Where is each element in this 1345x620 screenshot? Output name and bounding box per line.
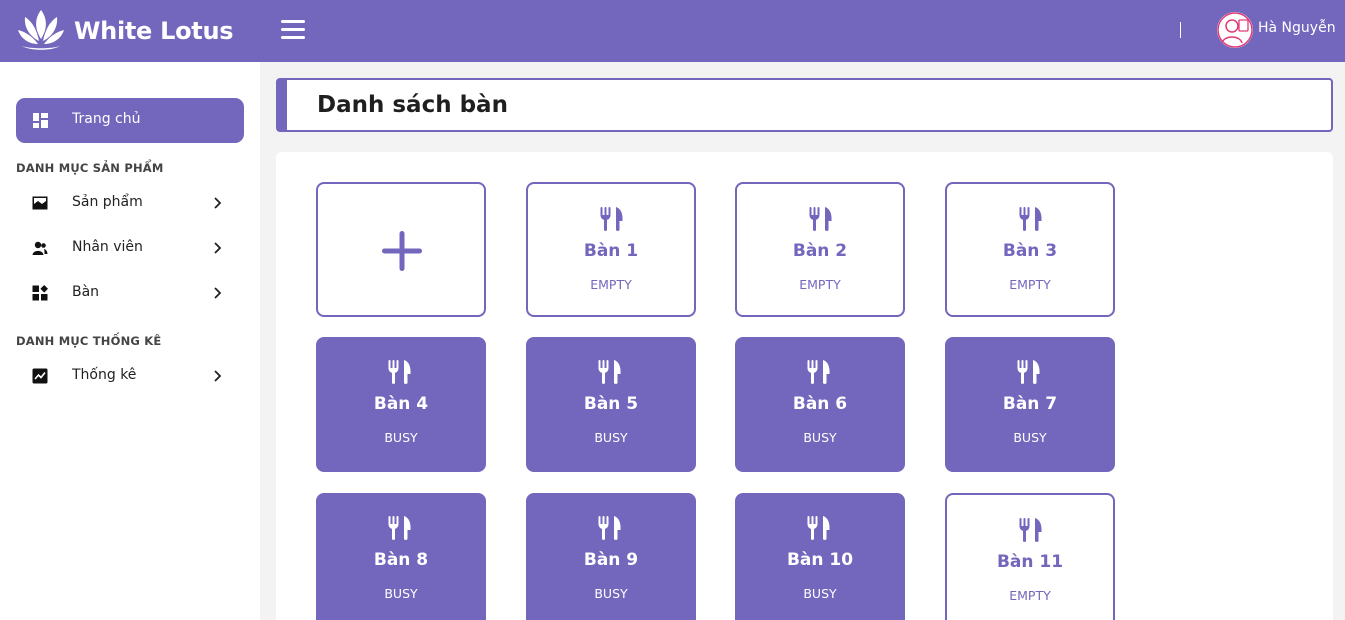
page-title: Danh sách bàn	[317, 92, 508, 118]
table-card[interactable]: Bàn 4 BUSY	[316, 337, 486, 472]
table-name: Bàn 9	[583, 550, 639, 570]
user-name[interactable]: Hà Nguyễn	[1258, 20, 1336, 36]
table-name: Bàn 2	[792, 241, 848, 261]
table-status: EMPTY	[1009, 588, 1051, 603]
table-card[interactable]: Bàn 1 EMPTY	[526, 182, 696, 317]
sidebar-item-label: Nhân viên	[72, 239, 143, 255]
section-title-stats: DANH MỤC THỐNG KÊ	[16, 334, 162, 348]
utensils-icon	[806, 359, 832, 385]
utensils-icon	[597, 515, 623, 541]
table-name: Bàn 1	[583, 241, 639, 261]
table-name: Bàn 6	[792, 394, 848, 414]
table-status: BUSY	[594, 586, 628, 601]
sidebar-item-products[interactable]: Sản phẩm	[16, 183, 244, 223]
section-title-products: DANH MỤC SẢN PHẨM	[16, 161, 164, 175]
table-name: Bàn 10	[786, 550, 854, 570]
page-header: Danh sách bàn	[276, 78, 1333, 132]
hamburger-icon	[281, 20, 305, 23]
sidebar-item-label: Sản phẩm	[72, 194, 143, 210]
lotus-logo-icon	[18, 10, 64, 50]
table-card[interactable]: Bàn 6 BUSY	[735, 337, 905, 472]
table-status: BUSY	[384, 430, 418, 445]
chevron-right-icon	[214, 370, 222, 382]
table-name: Bàn 11	[996, 552, 1064, 572]
utensils-icon	[599, 206, 625, 232]
table-status: EMPTY	[590, 277, 632, 292]
avatar[interactable]	[1217, 12, 1253, 48]
utensils-icon	[387, 359, 413, 385]
users-icon	[32, 241, 48, 255]
utensils-icon	[597, 359, 623, 385]
plus-icon	[382, 231, 422, 271]
utensils-icon	[808, 206, 834, 232]
chart-icon	[32, 368, 48, 384]
add-table-button[interactable]	[316, 182, 486, 317]
sidebar-item-tables[interactable]: Bàn	[16, 273, 244, 313]
table-status: BUSY	[1013, 430, 1047, 445]
table-status: EMPTY	[1009, 277, 1051, 292]
table-card[interactable]: Bàn 8 BUSY	[316, 493, 486, 620]
sidebar-item-staff[interactable]: Nhân viên	[16, 228, 244, 268]
dashboard-icon	[33, 113, 48, 128]
table-status: EMPTY	[799, 277, 841, 292]
utensils-icon	[1016, 359, 1042, 385]
utensils-icon	[1018, 517, 1044, 543]
table-status: BUSY	[594, 430, 628, 445]
app-name: White Lotus	[74, 17, 234, 45]
table-name: Bàn 4	[373, 394, 429, 414]
table-card[interactable]: Bàn 11 EMPTY	[945, 493, 1115, 620]
table-card[interactable]: Bàn 9 BUSY	[526, 493, 696, 620]
utensils-icon	[806, 515, 832, 541]
image-icon	[32, 196, 48, 210]
sidebar-item-stats[interactable]: Thống kê	[16, 356, 244, 396]
sidebar-item-label: Bàn	[72, 284, 100, 300]
menu-toggle-button[interactable]	[281, 20, 305, 40]
sidebar-item-label: Trang chủ	[72, 111, 141, 127]
table-card[interactable]: Bàn 2 EMPTY	[735, 182, 905, 317]
table-name: Bàn 8	[373, 550, 429, 570]
table-card[interactable]: Bàn 10 BUSY	[735, 493, 905, 620]
table-name: Bàn 7	[1002, 394, 1058, 414]
user-avatar-icon	[1217, 12, 1253, 48]
chevron-right-icon	[214, 242, 222, 254]
table-status: BUSY	[384, 586, 418, 601]
chevron-right-icon	[214, 197, 222, 209]
sidebar-item-label: Thống kê	[72, 367, 137, 383]
chevron-right-icon	[214, 287, 222, 299]
table-name: Bàn 5	[583, 394, 639, 414]
sidebar: Trang chủ DANH MỤC SẢN PHẨM Sản phẩm Nhâ…	[0, 62, 260, 620]
utensils-icon	[387, 515, 413, 541]
brand[interactable]: White Lotus	[16, 6, 234, 56]
table-name: Bàn 3	[1002, 241, 1058, 261]
sidebar-item-home[interactable]: Trang chủ	[16, 98, 244, 143]
table-card[interactable]: Bàn 5 BUSY	[526, 337, 696, 472]
top-bar: White Lotus Hà Nguyễn	[0, 0, 1345, 62]
table-card[interactable]: Bàn 7 BUSY	[945, 337, 1115, 472]
table-card[interactable]: Bàn 3 EMPTY	[945, 182, 1115, 317]
table-status: BUSY	[803, 430, 837, 445]
utensils-icon	[1018, 206, 1044, 232]
grid-icon	[32, 285, 48, 301]
divider	[1180, 22, 1181, 38]
table-status: BUSY	[803, 586, 837, 601]
